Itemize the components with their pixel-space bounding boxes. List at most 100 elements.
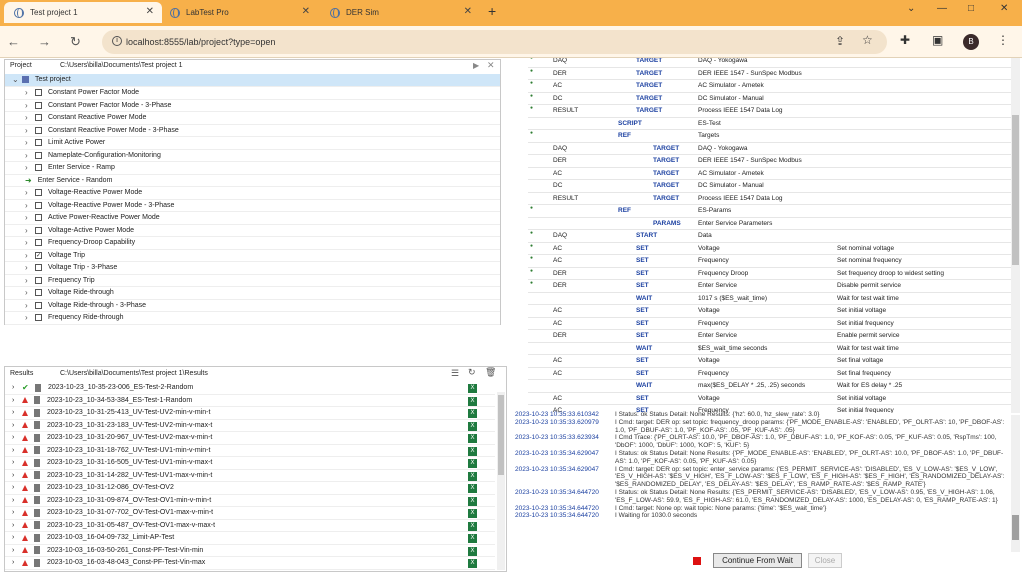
- checkbox[interactable]: [35, 101, 42, 109]
- excel-icon[interactable]: X: [468, 546, 477, 556]
- excel-icon[interactable]: X: [468, 421, 477, 431]
- close-tab-icon[interactable]: ✕: [302, 6, 310, 17]
- script-scroll-thumb[interactable]: [1012, 115, 1019, 265]
- tree-item[interactable]: › ✓ Voltage Trip: [5, 250, 500, 262]
- chevron-right-icon[interactable]: ›: [25, 263, 35, 272]
- log-scroll-thumb[interactable]: [1012, 515, 1019, 540]
- info-icon[interactable]: i: [112, 36, 122, 46]
- chevron-right-icon[interactable]: ›: [25, 201, 35, 210]
- checkbox[interactable]: [35, 151, 42, 159]
- excel-icon[interactable]: X: [468, 534, 477, 543]
- checkbox[interactable]: [35, 114, 42, 122]
- chevron-right-icon[interactable]: ›: [12, 434, 22, 441]
- address-bar[interactable]: i localhost:8555/lab/project?type=open ⇪…: [102, 30, 887, 54]
- chevron-right-icon[interactable]: ›: [12, 459, 22, 466]
- chevron-right-icon[interactable]: ›: [25, 301, 35, 310]
- checkbox[interactable]: [35, 201, 42, 209]
- chevron-right-icon[interactable]: ›: [12, 509, 22, 516]
- checkbox[interactable]: [35, 314, 42, 322]
- checkbox[interactable]: [35, 301, 42, 309]
- script-row[interactable]: SCRIPT ES-Test: [528, 118, 1018, 130]
- chevron-right-icon[interactable]: ›: [25, 188, 35, 197]
- chevron-right-icon[interactable]: ›: [25, 238, 35, 247]
- excel-icon[interactable]: X: [468, 434, 477, 443]
- forward-icon[interactable]: →: [38, 34, 51, 49]
- tree-item[interactable]: › Enter Service - Ramp: [5, 162, 500, 175]
- close-tab-icon[interactable]: ✕: [464, 6, 472, 17]
- chevron-right-icon[interactable]: ›: [25, 163, 35, 172]
- chevron-right-icon[interactable]: ›: [12, 447, 22, 454]
- script-row[interactable]: ● DER SET Frequency Droop Set frequency droo…: [528, 268, 1018, 280]
- result-row[interactable]: › 2023-10-23_10-31-16-505_UV-Test-UV1-min…: [5, 457, 495, 470]
- tree-item[interactable]: › Voltage-Reactive Power Mode - 3-Phase: [5, 200, 500, 212]
- chevron-right-icon[interactable]: ›: [25, 313, 35, 322]
- close-window-icon[interactable]: ✕: [1000, 3, 1008, 14]
- result-row[interactable]: › ✔ 2023-10-23_10-35-23-006_ES-Test-2-Rand…: [5, 382, 495, 395]
- script-row[interactable]: ● DER TARGET DER IEEE 1547 - SunSpec Modbus: [528, 68, 1018, 80]
- excel-icon[interactable]: X: [468, 446, 477, 456]
- chevron-right-icon[interactable]: ›: [25, 288, 35, 297]
- script-row[interactable]: AC SET Voltage Set initial voltage: [528, 393, 1018, 405]
- refresh-icon[interactable]: ↻: [468, 367, 476, 378]
- tree-item[interactable]: › Voltage-Active Power Mode: [5, 225, 500, 237]
- chevron-right-icon[interactable]: ›: [25, 276, 35, 285]
- result-row[interactable]: › 2023-10-23_10-34-53-384_ES-Test-1-Rando…: [5, 395, 495, 407]
- chevron-right-icon[interactable]: ›: [12, 422, 22, 429]
- script-row[interactable]: AC SET Frequency Set final frequency: [528, 368, 1018, 380]
- stop-icon[interactable]: [693, 557, 701, 565]
- chevron-right-icon[interactable]: ›: [12, 472, 22, 479]
- tree-item[interactable]: › Constant Power Factor Mode: [5, 87, 500, 100]
- tree-item[interactable]: › Voltage-Reactive Power Mode: [5, 187, 500, 200]
- chevron-right-icon[interactable]: ›: [12, 384, 22, 391]
- tree-item[interactable]: › Nameplate-Configuration-Monitoring: [5, 150, 500, 162]
- script-row[interactable]: ● AC TARGET AC Simulator - Ametek: [528, 80, 1018, 93]
- script-row[interactable]: ● DAQ START Data: [528, 230, 1018, 243]
- tree-item[interactable]: › Constant Reactive Power Mode: [5, 112, 500, 125]
- maximize-icon[interactable]: □: [968, 3, 974, 14]
- script-row[interactable]: ● DER SET Enter Service Disable permit servi…: [528, 280, 1018, 293]
- checkbox[interactable]: [35, 276, 42, 284]
- tab-search-icon[interactable]: ⌄: [907, 3, 915, 14]
- tree-item[interactable]: › Constant Power Factor Mode - 3-Phase: [5, 100, 500, 112]
- excel-icon[interactable]: X: [468, 484, 477, 493]
- chevron-right-icon[interactable]: ›: [12, 559, 22, 566]
- tree-item[interactable]: › Active Power-Reactive Power Mode: [5, 212, 500, 225]
- excel-icon[interactable]: X: [468, 409, 477, 418]
- tab-labtest-pro[interactable]: LabTest Pro ✕: [160, 2, 318, 23]
- result-row[interactable]: › 2023-10-23_10-31-18-762_UV-Test-UV1-min…: [5, 445, 495, 457]
- result-row[interactable]: › 2023-10-23_10-31-05-487_OV-Test-OV1-max…: [5, 520, 495, 532]
- chevron-right-icon[interactable]: ›: [25, 113, 35, 122]
- tree-root[interactable]: ⌄ Test project: [5, 74, 500, 87]
- script-row[interactable]: ● REF ES-Params: [528, 205, 1018, 218]
- script-row[interactable]: AC SET Voltage Set initial voltage: [528, 305, 1018, 318]
- script-row[interactable]: DC TARGET DC Simulator - Manual: [528, 180, 1018, 193]
- result-row[interactable]: › 2023-10-23_10-31-14-282_UV-Test-UV1-max…: [5, 470, 495, 482]
- chevron-right-icon[interactable]: ›: [12, 409, 22, 416]
- excel-icon[interactable]: X: [468, 459, 477, 468]
- script-row[interactable]: ● REF Targets: [528, 130, 1018, 143]
- script-row[interactable]: AC SET Voltage Set final voltage: [528, 355, 1018, 368]
- chevron-right-icon[interactable]: ›: [25, 88, 35, 97]
- results-scroll-thumb[interactable]: [498, 395, 504, 475]
- script-row[interactable]: ● AC SET Frequency Set nominal frequency: [528, 255, 1018, 268]
- tree-item[interactable]: › Voltage Ride-through - 3-Phase: [5, 300, 500, 312]
- excel-icon[interactable]: X: [468, 559, 477, 568]
- tree-item[interactable]: › Voltage Ride-through: [5, 287, 500, 300]
- chevron-right-icon[interactable]: ›: [25, 151, 35, 160]
- run-icon[interactable]: ▶: [473, 61, 479, 70]
- script-row[interactable]: ● DAQ TARGET DAQ - Yokogawa: [528, 58, 1018, 68]
- tree-item[interactable]: › Frequency Trip: [5, 275, 500, 287]
- excel-icon[interactable]: X: [468, 521, 477, 531]
- checkbox[interactable]: [35, 164, 42, 172]
- close-tab-icon[interactable]: ✕: [146, 6, 154, 17]
- script-row[interactable]: ● RESULT TARGET Process IEEE 1547 Data Log: [528, 105, 1018, 118]
- excel-icon[interactable]: X: [468, 384, 477, 393]
- script-row[interactable]: DAQ TARGET DAQ - Yokogawa: [528, 143, 1018, 155]
- checkbox[interactable]: [35, 89, 42, 97]
- tab-test-project[interactable]: Test project 1 ✕: [4, 2, 162, 23]
- script-row[interactable]: RESULT TARGET Process IEEE 1547 Data Log: [528, 193, 1018, 205]
- trash-icon[interactable]: 🗑: [485, 367, 496, 378]
- bookmark-star-icon[interactable]: ☆: [862, 33, 873, 47]
- chevron-right-icon[interactable]: ›: [12, 547, 22, 554]
- script-row[interactable]: DER TARGET DER IEEE 1547 - SunSpec Modbus: [528, 155, 1018, 168]
